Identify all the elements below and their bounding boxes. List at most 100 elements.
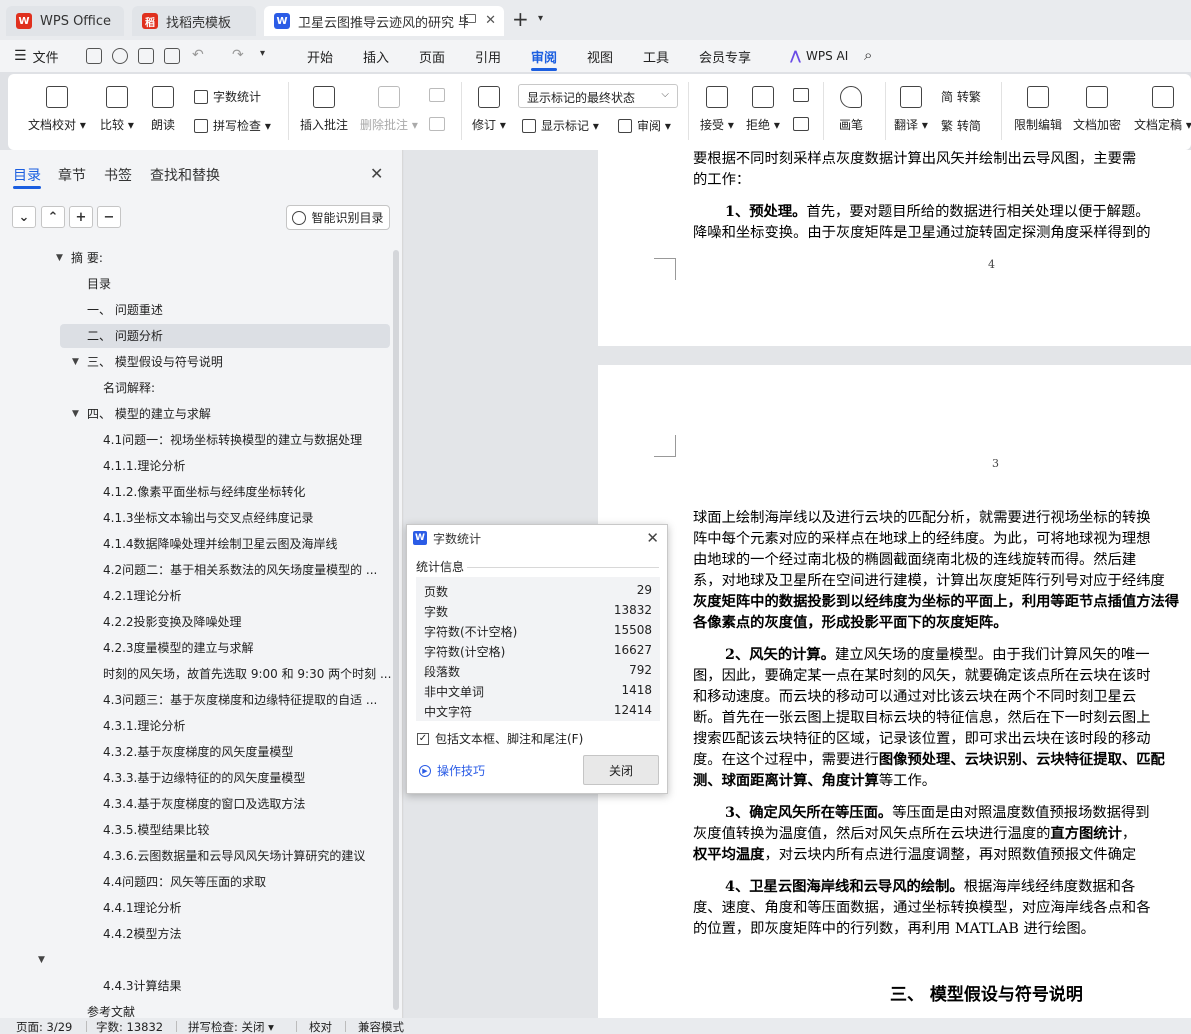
caret-down-icon[interactable]: ▼	[72, 350, 79, 374]
menu-page[interactable]: 页面	[419, 47, 445, 66]
toc-item[interactable]: 4.3.3.基于边缘特征的的风矢度量模型	[0, 766, 392, 790]
reject-button[interactable]: 拒绝 ▾	[746, 86, 780, 133]
next-change-icon[interactable]	[793, 117, 809, 131]
toc-item[interactable]: 4.1问题一：视场坐标转换模型的建立与数据处理	[0, 428, 392, 452]
toc-item[interactable]: ▼ 摘 要:	[0, 246, 392, 270]
next-comment-icon[interactable]	[429, 117, 445, 131]
menu-member[interactable]: 会员专享	[699, 47, 751, 66]
word-count-indicator[interactable]: 字数: 13832	[96, 1019, 163, 1034]
close-tab-icon[interactable]: ✕	[485, 13, 496, 28]
word-count-button[interactable]: 字数统计	[194, 88, 261, 105]
menu-view[interactable]: 视图	[587, 47, 613, 66]
redo-icon[interactable]: ↷	[232, 47, 244, 63]
scrollbar[interactable]	[393, 250, 399, 1010]
nav-tab-find-replace[interactable]: 查找和替换	[150, 165, 220, 185]
print-preview-icon[interactable]	[164, 48, 180, 64]
translate-button[interactable]: 翻译 ▾	[894, 86, 928, 133]
toc-item[interactable]: ▼ 四、 模型的建立与求解	[0, 402, 392, 426]
undo-icon[interactable]: ↶	[192, 47, 204, 63]
expand-button[interactable]: ⌃	[41, 206, 65, 228]
to-simplified-button[interactable]: 繁 转简	[941, 117, 981, 134]
insert-comment-button[interactable]: 插入批注	[300, 86, 348, 133]
finalize-button[interactable]: 文档定稿 ▾	[1134, 86, 1191, 133]
accept-button[interactable]: 接受 ▾	[700, 86, 734, 133]
page-indicator[interactable]: 页面: 3/29	[16, 1019, 72, 1034]
caret-down-icon[interactable]: ▼	[56, 246, 63, 270]
doc-check-button[interactable]: 文档校对 ▾	[28, 86, 86, 133]
save-icon[interactable]	[86, 48, 102, 64]
search-icon[interactable]: ⌕	[864, 46, 872, 64]
toc-item[interactable]: 目录	[0, 272, 392, 296]
toc-item[interactable]: 时刻的风矢场，故首先选取 9:00 和 9:30 两个时刻 ...	[0, 662, 392, 686]
toc-item[interactable]: 4.3.4.基于灰度梯度的窗口及选取方法	[0, 792, 392, 816]
dialog-titlebar[interactable]: W 字数统计	[407, 525, 667, 551]
pen-button[interactable]: 画笔	[839, 86, 863, 133]
to-traditional-button[interactable]: 简 转繁	[941, 88, 981, 105]
toc-item[interactable]: 4.2问题二：基于相关系数法的风矢场度量模型的 ...	[0, 558, 392, 582]
chevron-down-icon[interactable]: ▾	[260, 48, 265, 59]
collapse-all-button[interactable]: ⌄	[12, 206, 36, 228]
new-tab-button[interactable]: +	[512, 9, 529, 29]
toc-item[interactable]: 4.2.3度量模型的建立与求解	[0, 636, 392, 660]
restrict-edit-button[interactable]: 限制编辑	[1014, 86, 1062, 133]
toc-item[interactable]: 4.1.4数据降噪处理并绘制卫星云图及海岸线	[0, 532, 392, 556]
nav-tab-toc[interactable]: 目录	[13, 165, 41, 185]
spell-check-status[interactable]: 拼写检查: 关闭 ▾	[188, 1019, 274, 1034]
remove-heading-button[interactable]: −	[97, 206, 121, 228]
toc-item[interactable]: 名词解释:	[0, 376, 392, 400]
compare-button[interactable]: 比较 ▾	[100, 86, 134, 133]
menu-start[interactable]: 开始	[307, 47, 333, 66]
caret-down-icon[interactable]: ▼	[72, 402, 79, 426]
close-icon[interactable]: ✕	[646, 529, 659, 547]
toc-item[interactable]: 4.4.3计算结果	[0, 974, 392, 998]
include-footnotes-checkbox[interactable]: ✓ 包括文本框、脚注和尾注(F)	[417, 730, 583, 747]
tab-wps-office[interactable]: W WPS Office	[6, 6, 124, 36]
toc-item[interactable]: 4.1.2.像素平面坐标与经纬度坐标转化	[0, 480, 392, 504]
toc-item[interactable]: ▼ 三、 模型假设与符号说明	[0, 350, 392, 374]
caret-down-icon[interactable]: ▼	[38, 948, 45, 972]
revise-button[interactable]: 修订 ▾	[472, 86, 506, 133]
toc-item[interactable]: 4.1.1.理论分析	[0, 454, 392, 478]
spell-check-button[interactable]: 拼写检查 ▾	[194, 117, 271, 134]
nav-tab-bookmark[interactable]: 书签	[104, 165, 132, 185]
show-mode-select[interactable]: 显示标记的最终状态 ⌵	[518, 84, 678, 108]
toc-item[interactable]: 4.4问题四：风矢等压面的求取	[0, 870, 392, 894]
close-button[interactable]: 关闭	[583, 755, 659, 785]
smart-toc-button[interactable]: 智能识别目录	[286, 205, 390, 230]
read-aloud-button[interactable]: 朗读	[151, 86, 175, 133]
tips-link[interactable]: ▶ 操作技巧	[419, 762, 485, 779]
toc-item[interactable]: 4.3.5.模型结果比较	[0, 818, 392, 842]
toc-item[interactable]: 4.2.1理论分析	[0, 584, 392, 608]
tab-docer[interactable]: 稻 找稻壳模板	[132, 6, 256, 36]
toc-item[interactable]: 4.3问题三：基于灰度梯度和边缘特征提取的自适 ...	[0, 688, 392, 712]
toc-item[interactable]: 4.3.6.云图数据量和云导风风矢场计算研究的建议	[0, 844, 392, 868]
nav-tab-chapter[interactable]: 章节	[58, 165, 86, 185]
toc-item[interactable]: 4.1.3坐标文本输出与交叉点经纬度记录	[0, 506, 392, 530]
menu-insert[interactable]: 插入	[363, 47, 389, 66]
toc-item[interactable]: 4.4.1理论分析	[0, 896, 392, 920]
add-heading-button[interactable]: +	[69, 206, 93, 228]
encrypt-button[interactable]: 文档加密	[1073, 86, 1121, 133]
menu-tools[interactable]: 工具	[643, 47, 669, 66]
show-marks-button[interactable]: 显示标记 ▾	[522, 117, 599, 134]
toc-item[interactable]: ▼	[0, 948, 392, 972]
link-icon[interactable]	[112, 48, 128, 64]
close-icon[interactable]: ✕	[370, 164, 383, 183]
toc-item[interactable]: 4.4.2模型方法	[0, 922, 392, 946]
chevron-down-icon[interactable]: ▾	[538, 13, 543, 24]
prev-change-icon[interactable]	[793, 88, 809, 102]
delete-comment-button[interactable]: 删除批注 ▾	[360, 86, 418, 133]
review-pane-button[interactable]: 审阅 ▾	[618, 117, 671, 134]
monitor-icon[interactable]	[464, 14, 476, 23]
tab-document[interactable]: W 卫星云图推导云迹风的研究 毕 ✕	[264, 6, 504, 36]
toc-item[interactable]: 4.2.2投影变换及降噪处理	[0, 610, 392, 634]
toc-item[interactable]: 4.3.1.理论分析	[0, 714, 392, 738]
toc-item[interactable]: 二、 问题分析	[60, 324, 390, 348]
toc-item[interactable]: 4.3.2.基于灰度梯度的风矢度量模型	[0, 740, 392, 764]
file-menu[interactable]: ☰ 文件	[14, 46, 59, 66]
proofread-status[interactable]: 校对	[309, 1019, 332, 1034]
print-icon[interactable]	[138, 48, 154, 64]
prev-comment-icon[interactable]	[429, 88, 445, 102]
menu-reference[interactable]: 引用	[475, 47, 501, 66]
menu-review[interactable]: 审阅	[531, 47, 557, 66]
